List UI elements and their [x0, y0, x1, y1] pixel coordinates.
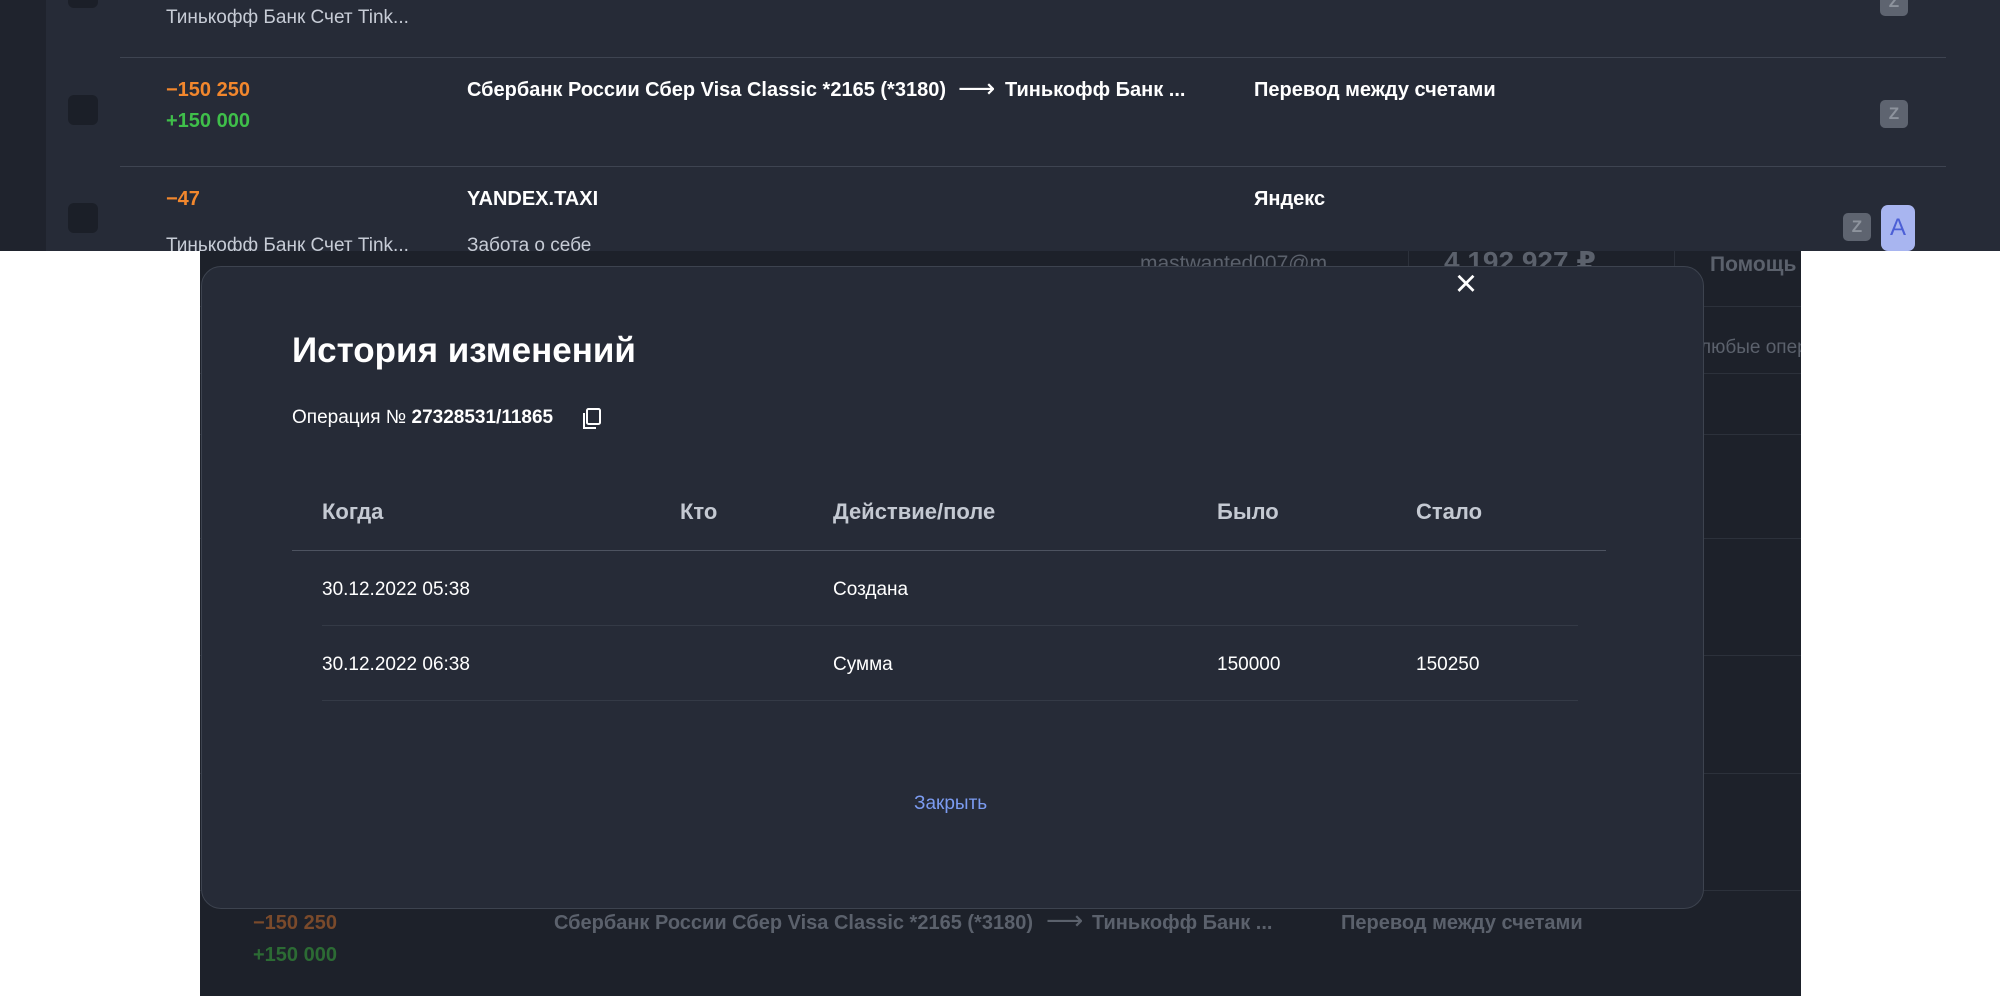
category[interactable]: Перевод между счетами [1254, 79, 1496, 102]
transfer-arrow-icon: ⟶ [1046, 905, 1084, 935]
tag-z-badge[interactable]: Z [1843, 213, 1871, 241]
column-header-when: Когда [322, 499, 384, 524]
cell-became: 150250 [1416, 654, 1480, 675]
modal-title: История изменений [292, 331, 636, 370]
amount-outgoing: −150 250 [253, 912, 337, 934]
row-checkbox[interactable] [68, 95, 98, 125]
tag-z-badge[interactable]: Z [1880, 100, 1908, 128]
row-divider [120, 166, 1946, 167]
tag-a-badge[interactable]: A [1881, 205, 1915, 251]
category[interactable]: Яндекс [1254, 188, 1325, 211]
from-account[interactable]: Сбербанк России Сбер Visa Classic *2165 … [467, 79, 946, 102]
amount-incoming: +150 000 [166, 110, 250, 132]
cell-action: Сумма [833, 654, 893, 675]
row-checkbox[interactable] [68, 0, 98, 8]
column-header-became: Стало [1416, 499, 1483, 524]
header-divider [292, 550, 1606, 551]
transfer-arrow-icon: ⟶ [958, 73, 996, 103]
operation-label: Операция № [292, 407, 407, 428]
close-icon[interactable]: × [1448, 265, 1484, 303]
filter-field[interactable]: любые опер [1700, 337, 1801, 359]
subcategory: Забота о себе [467, 235, 592, 251]
column-header-was: Было [1217, 499, 1279, 524]
merchant-name[interactable]: YANDEX.TAXI [467, 188, 598, 211]
column-header-action: Действие/поле [833, 499, 996, 524]
category: Перевод между счетами [1341, 912, 1583, 934]
table-row-divider [322, 625, 1578, 626]
cell-action: Создана [833, 579, 909, 600]
tag-z-badge[interactable]: Z [1880, 0, 1908, 16]
account-name: Тинькофф Банк Счет Tink... [166, 7, 409, 28]
to-account[interactable]: Тинькофф Банк ... [1005, 79, 1185, 102]
cell-was: 150000 [1217, 654, 1281, 675]
transaction-list-strip: Тинькофф Банк Счет Tink... Z −150 250 +1… [0, 0, 2000, 251]
close-button[interactable]: Закрыть [914, 793, 987, 815]
amount-incoming: +150 000 [253, 944, 337, 966]
to-account: Тинькофф Банк ... [1092, 912, 1273, 934]
row-checkbox[interactable] [68, 203, 98, 233]
account-name: Тинькофф Банк Счет Tink... [166, 235, 409, 251]
table-row-divider [322, 700, 1578, 701]
left-panel-edge [0, 0, 46, 251]
from-account: Сбербанк России Сбер Visa Classic *2165 … [554, 912, 1033, 934]
copy-icon[interactable] [581, 407, 603, 431]
operation-line: Операция № 27328531/11865 [292, 407, 553, 429]
column-header-who: Кто [680, 499, 718, 524]
row-divider [120, 57, 1946, 58]
amount-outgoing: −47 [166, 188, 200, 210]
operation-number: 27328531/11865 [411, 407, 554, 428]
cell-when: 30.12.2022 06:38 [322, 654, 470, 675]
cell-when: 30.12.2022 05:38 [322, 579, 470, 600]
help-link[interactable]: Помощь [1710, 253, 1796, 277]
amount-outgoing: −150 250 [166, 79, 250, 101]
